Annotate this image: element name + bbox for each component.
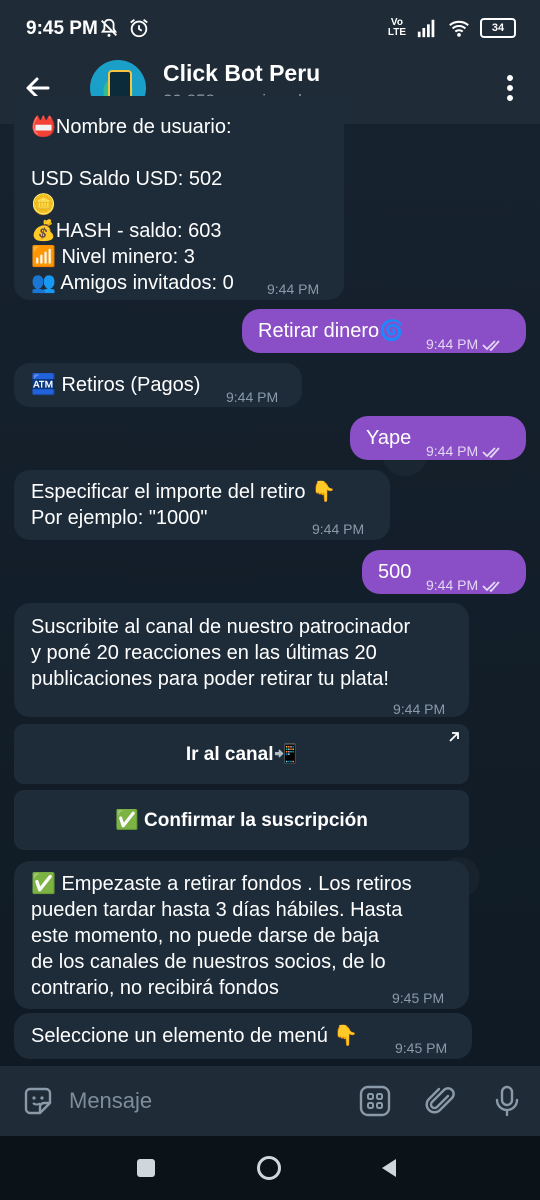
go-to-channel-button[interactable]: Ir al canal📲	[14, 724, 469, 784]
system-nav-bar	[0, 1136, 540, 1200]
message-text: 🏧 Retiros (Pagos)	[31, 374, 201, 396]
message-bot-amount-prompt[interactable]: Especificar el importe del retiro 👇 Por …	[14, 470, 390, 540]
chat-title[interactable]: Click Bot Peru	[163, 60, 320, 87]
message-line: de los canales de nuestros socios, de lo	[31, 951, 386, 973]
message-input-bar: Mensaje	[0, 1066, 540, 1136]
double-check-icon	[482, 340, 500, 352]
message-user-withdraw[interactable]: Retirar dinero🌀 9:44 PM	[242, 309, 526, 353]
message-time: 9:45 PM	[392, 990, 445, 1006]
alarm-icon	[130, 19, 148, 38]
message-time: 9:44 PM	[426, 438, 504, 464]
microphone-icon[interactable]	[490, 1084, 524, 1118]
message-line: USD Saldo USD: 502	[31, 168, 223, 190]
message-time: 9:45 PM	[395, 1040, 448, 1056]
message-bot-withdrawal-started[interactable]: ✅ Empezaste a retirar fondos . Los retir…	[14, 861, 469, 1009]
back-nav-icon[interactable]	[378, 1157, 400, 1179]
battery-icon: 34	[480, 18, 516, 38]
signal-icon	[417, 19, 435, 38]
attach-icon[interactable]	[424, 1084, 458, 1118]
button-label: Ir al canal📲	[185, 744, 298, 765]
message-bot-select-menu[interactable]: Seleccione un elemento de menú 👇 9:45 PM	[14, 1013, 472, 1059]
button-label: ✅ Confirmar la suscripción	[115, 810, 368, 831]
message-input[interactable]: Mensaje	[69, 1088, 152, 1114]
message-line: 💰HASH - saldo: 603	[31, 220, 222, 242]
message-line: Suscribite al canal de nuestro patrocina…	[31, 616, 411, 638]
message-user-amount[interactable]: 500 9:44 PM	[362, 550, 526, 594]
message-time: 9:44 PM	[267, 281, 320, 297]
message-time: 9:44 PM	[393, 701, 446, 717]
status-time: 9:45 PM	[26, 18, 98, 39]
message-line: y poné 20 reacciones en las últimas 20	[31, 642, 377, 664]
message-line: este momento, no puede darse de baja	[31, 925, 380, 947]
message-text: Seleccione un elemento de menú 👇	[31, 1025, 359, 1047]
message-line: 📛Nombre de usuario:	[31, 116, 232, 138]
message-line: ✅ Empezaste a retirar fondos . Los retir…	[31, 873, 412, 895]
status-bar: 9:45 PM Vo LTE 34	[0, 0, 540, 58]
home-icon[interactable]	[256, 1155, 282, 1181]
mute-icon	[100, 18, 118, 37]
message-line: 📶 Nivel minero: 3	[31, 246, 195, 268]
double-check-icon	[482, 581, 500, 593]
message-time: 9:44 PM	[226, 389, 279, 405]
message-bot-subscribe[interactable]: Suscribite al canal de nuestro patrocina…	[14, 603, 469, 717]
message-user-yape[interactable]: Yape 9:44 PM	[350, 416, 526, 460]
message-text: Yape	[366, 427, 412, 449]
recent-apps-icon[interactable]	[136, 1158, 156, 1178]
message-text: 500	[378, 561, 412, 583]
message-text: Retirar dinero🌀	[258, 320, 405, 342]
message-line: pueden tardar hasta 3 días hábiles. Hast…	[31, 899, 403, 921]
double-check-icon	[482, 447, 500, 459]
wifi-icon	[449, 20, 469, 37]
message-bot-withdrawals[interactable]: 🏧 Retiros (Pagos) 9:44 PM	[14, 363, 302, 407]
message-time: 9:44 PM	[312, 521, 365, 537]
message-line: publicaciones para poder retirar tu plat…	[31, 668, 389, 690]
external-link-icon	[449, 732, 459, 742]
message-line: Especificar el importe del retiro 👇	[31, 481, 337, 503]
volte-icon: Vo LTE	[387, 17, 406, 38]
message-line: 🪙	[31, 194, 56, 216]
message-bot-balance[interactable]: 📛Nombre de usuario: USD Saldo USD: 502 🪙…	[14, 96, 344, 300]
confirm-subscription-button[interactable]: ✅ Confirmar la suscripción	[14, 790, 469, 850]
message-time: 9:44 PM	[426, 331, 504, 357]
bot-menu-icon[interactable]	[358, 1084, 392, 1118]
sticker-icon[interactable]	[21, 1084, 55, 1118]
more-options-icon[interactable]	[498, 70, 522, 106]
message-time: 9:44 PM	[426, 572, 504, 598]
